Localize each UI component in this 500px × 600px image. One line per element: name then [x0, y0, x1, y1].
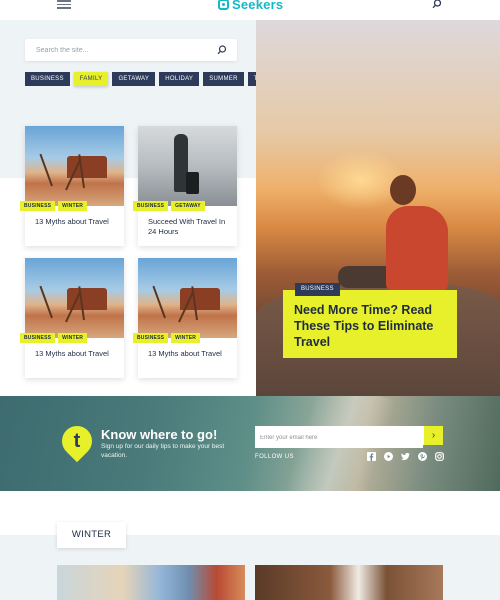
card-image[interactable] [138, 258, 237, 338]
article-card[interactable]: BUSINESS WINTER 13 Myths about Travel [20, 126, 124, 246]
article-card[interactable]: BUSINESS GETAWAY Succeed With Travel In … [133, 126, 237, 246]
tag-filter-list: BUSINESS FAMILY GETAWAY HOLIDAY SUMMER T… [25, 72, 275, 86]
site-logo[interactable]: Seekers [218, 0, 284, 12]
card-tags: BUSINESS WINTER [20, 333, 88, 343]
card-tags: BUSINESS WINTER [20, 201, 88, 211]
search-icon[interactable] [217, 45, 227, 55]
youtube-icon[interactable] [384, 452, 393, 461]
email-input[interactable] [255, 428, 423, 448]
pinterest-icon[interactable] [418, 452, 427, 461]
card-tag[interactable]: BUSINESS [20, 333, 56, 343]
instagram-icon[interactable] [435, 452, 444, 461]
card-tag[interactable]: WINTER [58, 201, 88, 211]
tag-family[interactable]: FAMILY [73, 72, 109, 86]
winter-article-image[interactable] [255, 565, 443, 600]
chevron-right-icon[interactable]: › [424, 426, 443, 445]
hero-title[interactable]: Need More Time? Read These Tips to Elimi… [283, 290, 457, 358]
facebook-icon[interactable] [367, 452, 376, 461]
search-box [25, 39, 237, 62]
newsletter-title: Know where to go! [101, 427, 218, 442]
hero-tag[interactable]: BUSINESS [295, 283, 340, 296]
card-tag[interactable]: GETAWAY [171, 201, 205, 211]
tag-business[interactable]: BUSINESS [25, 72, 70, 86]
card-tags: BUSINESS GETAWAY [133, 201, 205, 211]
tag-summer[interactable]: SUMMER [203, 72, 244, 86]
site-header: Seekers [0, 0, 500, 14]
article-card[interactable]: BUSINESS WINTER 13 Myths about Travel [133, 258, 237, 378]
email-form: › [255, 426, 443, 448]
search-input[interactable] [25, 39, 205, 62]
card-image[interactable] [25, 126, 124, 206]
card-title[interactable]: Succeed With Travel In 24 Hours [138, 206, 237, 246]
follow-us-label: FOLLOW US [255, 454, 294, 460]
card-tags: BUSINESS WINTER [133, 333, 201, 343]
logo-text: Seekers [232, 0, 284, 12]
card-image[interactable] [138, 126, 237, 206]
social-links [367, 452, 444, 461]
card-tag[interactable]: BUSINESS [133, 201, 169, 211]
card-tag[interactable]: WINTER [58, 333, 88, 343]
newsletter-subtitle: Sign up for our daily tips to make your … [101, 443, 225, 459]
search-icon[interactable] [432, 0, 442, 9]
card-image[interactable] [25, 258, 124, 338]
card-tag[interactable]: BUSINESS [20, 201, 56, 211]
card-title[interactable]: 13 Myths about Travel [25, 206, 124, 246]
card-tag[interactable]: BUSINESS [133, 333, 169, 343]
section-label[interactable]: WINTER [57, 522, 126, 548]
twitter-icon[interactable] [401, 452, 410, 461]
hamburger-icon[interactable] [57, 0, 71, 9]
pin-letter: t [73, 430, 81, 452]
tag-getaway[interactable]: GETAWAY [112, 72, 156, 86]
tag-holiday[interactable]: HOLIDAY [159, 72, 200, 86]
card-title[interactable]: 13 Myths about Travel [138, 338, 237, 378]
article-card[interactable]: BUSINESS WINTER 13 Myths about Travel [20, 258, 124, 378]
card-title[interactable]: 13 Myths about Travel [25, 338, 124, 378]
card-tag[interactable]: WINTER [171, 333, 201, 343]
winter-article-image[interactable] [57, 565, 245, 600]
logo-icon [218, 0, 229, 10]
